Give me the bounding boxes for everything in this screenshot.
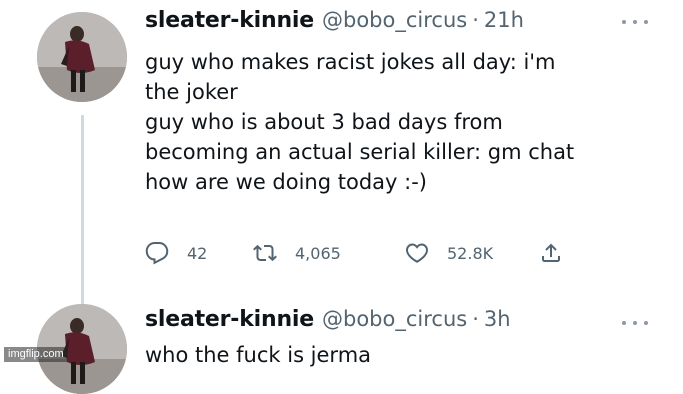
tweet-text-line: becoming an actual serial killer: gm cha…: [145, 140, 575, 164]
tweet-text-line: how are we doing today :-): [145, 170, 427, 194]
tweet-header: sleater-kinnie @bobo_circus · 3h: [145, 307, 511, 339]
tweet-text-line: the joker: [145, 80, 238, 104]
tweet-text-line: guy who is about 3 bad days from: [145, 110, 503, 134]
display-name[interactable]: sleater-kinnie: [145, 8, 314, 33]
imgflip-watermark: imgflip.com: [4, 347, 68, 362]
tweet-action-bar: 42 4,065 52.8K: [145, 238, 575, 268]
tweet-text: guy who makes racist jokes all day: i'm …: [145, 47, 574, 197]
avatar[interactable]: [37, 12, 127, 102]
heart-icon: [405, 243, 429, 263]
share-upload-icon: [542, 243, 560, 262]
display-name[interactable]: sleater-kinnie: [145, 307, 314, 332]
user-handle[interactable]: @bobo_circus: [322, 307, 467, 331]
tweet-header: sleater-kinnie @bobo_circus · 21h: [145, 8, 524, 40]
tweet-text: who the fuck is jerma: [145, 340, 371, 370]
reply-button[interactable]: 42: [145, 238, 207, 268]
like-count: 52.8K: [447, 243, 494, 263]
tweet-text-line: who the fuck is jerma: [145, 343, 372, 367]
like-button[interactable]: 52.8K: [405, 238, 493, 268]
separator-dot: ·: [472, 307, 479, 331]
more-horizontal-icon[interactable]: [622, 15, 648, 29]
thread-connector-line: [81, 115, 84, 305]
timestamp[interactable]: 3h: [484, 307, 511, 331]
separator-dot: ·: [472, 8, 479, 32]
more-horizontal-icon[interactable]: [622, 316, 648, 330]
tweet-text-line: guy who makes racist jokes all day: i'm: [145, 50, 556, 74]
user-handle[interactable]: @bobo_circus: [322, 8, 467, 32]
timestamp[interactable]: 21h: [484, 8, 524, 32]
share-button[interactable]: [539, 238, 563, 268]
reply-count: 42: [187, 243, 208, 263]
avatar-photo: [37, 12, 127, 102]
reply-bubble-icon: [145, 242, 169, 265]
retweet-button[interactable]: 4,065: [253, 238, 341, 268]
retweet-count: 4,065: [295, 243, 341, 263]
retweet-arrows-icon: [253, 244, 277, 262]
